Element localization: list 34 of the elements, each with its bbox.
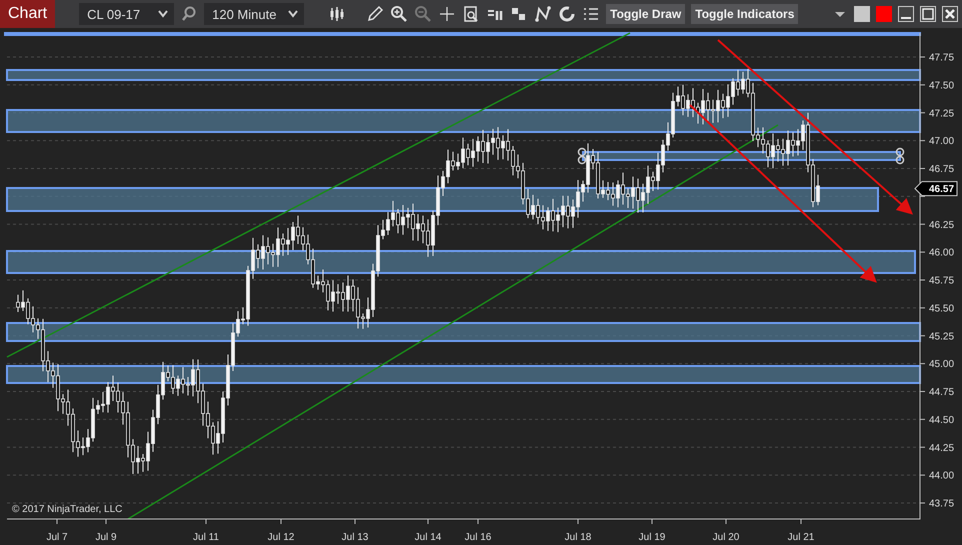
date-label: Jul 18 (564, 532, 592, 543)
price-label: 44.25 (929, 442, 954, 454)
date-label: Jul 11 (193, 532, 219, 543)
date-label: Jul 12 (268, 532, 294, 543)
interval-dropdown[interactable]: 120 Minute (204, 3, 304, 25)
toggle-indicators-button[interactable]: Toggle Indicators (691, 4, 798, 24)
price-label: 44.50 (929, 414, 954, 426)
date-label: Jul 16 (464, 532, 492, 543)
date-label: Jul 13 (342, 532, 368, 543)
price-label: 46.25 (929, 220, 954, 231)
current-price-label: 46.57 (914, 181, 958, 196)
toggle-draw-button[interactable]: Toggle Draw (606, 4, 686, 24)
date-label: Jul 21 (788, 532, 814, 543)
price-label: 45.25 (929, 331, 954, 342)
price-label: 46.00 (929, 248, 954, 259)
price-label: 45.00 (929, 359, 954, 370)
instrument-dropdown[interactable]: CL 09-17 (79, 3, 174, 25)
price-label: 47.00 (929, 136, 954, 148)
price-label: 47.25 (929, 108, 954, 120)
chart-tab[interactable]: Chart (0, 0, 56, 28)
price-label: 47.75 (929, 52, 954, 64)
date-label: Jul 9 (95, 532, 117, 543)
price-label: 44.00 (929, 470, 954, 482)
date-label: Jul 20 (712, 532, 740, 543)
price-label: 46.75 (929, 164, 954, 175)
copyright-text: © 2017 NinjaTrader, LLC (12, 504, 122, 515)
price-label: 47.50 (929, 80, 954, 92)
price-label: 44.75 (929, 387, 954, 398)
date-label: Jul 19 (638, 532, 666, 543)
price-label: 43.75 (929, 498, 954, 510)
date-label: Jul 7 (46, 532, 68, 543)
price-label: 45.75 (929, 276, 954, 286)
price-label: 45.50 (929, 303, 954, 314)
date-label: Jul 14 (414, 532, 442, 543)
